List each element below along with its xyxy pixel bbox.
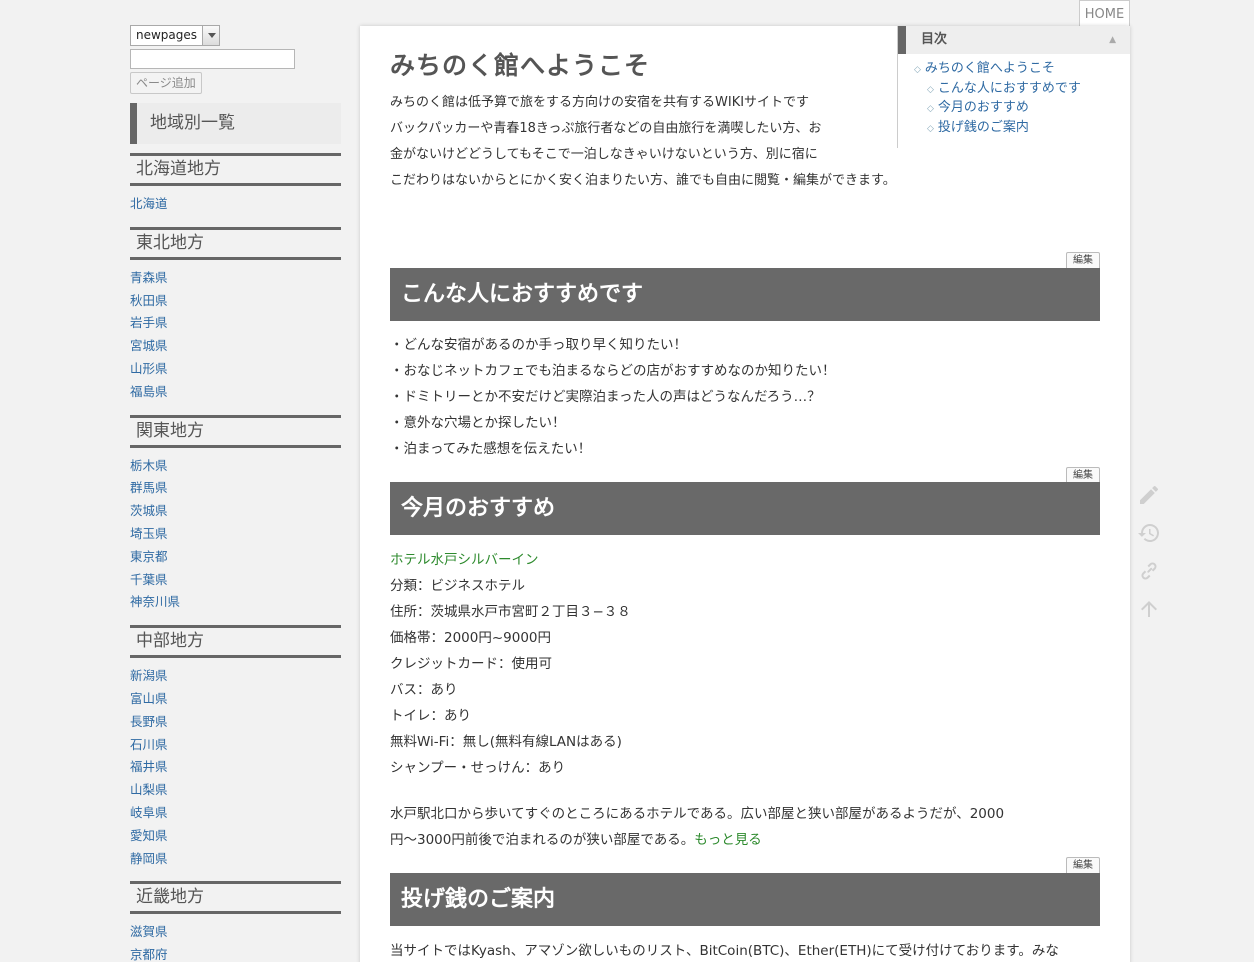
diamond-bullet-icon: ◇ [914, 65, 921, 75]
page-title: みちのく館へようこそ [390, 51, 651, 80]
region-link[interactable]: 山梨県 [130, 779, 341, 802]
region-heading-chubu: 中部地方 [130, 625, 341, 659]
section-heading-tipping: 投げ銭のご案内 [390, 873, 1100, 926]
region-link[interactable]: 神奈川県 [130, 591, 341, 614]
region-heading-kinki: 近畿地方 [130, 881, 341, 915]
region-link[interactable]: 秋田県 [130, 290, 341, 313]
region-heading-hokkaido: 北海道地方 [130, 153, 341, 186]
intro-line: こだわりはないからとにかく安く泊まりたい方、誰でも自由に閲覧・編集ができます。 [390, 173, 896, 188]
hotel-description: 水戸駅北口から歩いてすぐのところにあるホテルである。広い部屋と狭い部屋があるよう… [390, 801, 1100, 853]
description-line: 円～3000円前後で泊まれるのが狭い部屋である。もっと見る [390, 827, 1100, 853]
intro-line: バックパッカーや青春18きっぷ旅行者などの自由旅行を満喫したい方、お [390, 121, 822, 136]
region-link[interactable]: 栃木県 [130, 455, 341, 478]
history-icon[interactable] [1137, 521, 1163, 559]
tipping-text: 当サイトではKyash、アマゾン欲しいものリスト、BitCoin(BTC)、Et… [390, 938, 1100, 962]
toc-item: ◇ 投げ銭のご案内 [898, 118, 1130, 138]
region-link[interactable]: 埼玉県 [130, 523, 341, 546]
hotel-link[interactable]: ホテル水戸シルバーイン [390, 552, 539, 568]
region-link[interactable]: 静岡県 [130, 848, 341, 871]
more-link[interactable]: もっと見る [694, 832, 762, 848]
description-text: 円～3000円前後で泊まれるのが狭い部屋である。 [390, 832, 695, 848]
page-select[interactable]: newpages [130, 24, 341, 46]
region-link[interactable]: 岐阜県 [130, 802, 341, 825]
list-item: ・泊まってみた感想を伝えたい！ [390, 441, 592, 457]
toc-header[interactable]: 目次 ▲ [898, 26, 1130, 54]
region-link[interactable]: 滋賀県 [130, 921, 341, 944]
list-item: ・おなじネットカフェでも泊まるならどの店がおすすめなのか知りたい！ [390, 363, 836, 379]
list-item: ・どんな安宿があるのか手っ取り早く知りたい！ [390, 337, 687, 353]
toc-link[interactable]: こんな人におすすめです [938, 81, 1081, 96]
intro-line: 金がないけどどうしてもそこで一泊しなきゃいけないという方、別に宿に [390, 147, 818, 162]
hotel-detail-row: クレジットカード：使用可 [390, 656, 552, 672]
region-list-kinki: 滋賀県 京都府 [130, 914, 341, 962]
region-link[interactable]: 岩手県 [130, 312, 341, 335]
sidebar: newpages ページ追加 地域別一覧 北海道地方 北海道 東北地方 青森県 … [130, 24, 341, 962]
region-link[interactable]: 千葉県 [130, 569, 341, 592]
region-link[interactable]: 東京都 [130, 546, 341, 569]
region-link[interactable]: 新潟県 [130, 665, 341, 688]
list-item: ・意外な穴場とか探したい！ [390, 415, 566, 431]
page-select-value[interactable]: newpages [130, 24, 204, 46]
toc-title: 目次 [921, 32, 948, 47]
hotel-detail-row: シャンプー・せっけん：あり [390, 760, 566, 776]
page-name-input[interactable] [130, 49, 295, 69]
hotel-detail-row: 住所：茨城県水戸市宮町２丁目３−３８ [390, 604, 631, 620]
region-heading-kanto: 関東地方 [130, 414, 341, 448]
region-link[interactable]: 富山県 [130, 688, 341, 711]
region-heading-tohoku: 東北地方 [130, 226, 341, 260]
region-link[interactable]: 長野県 [130, 711, 341, 734]
toc-list: ◇ みちのく館へようこそ ◇ こんな人におすすめです ◇ 今月のおすすめ ◇ 投げ銭のご… [898, 54, 1130, 137]
region-list-hokkaido: 北海道 [130, 186, 341, 218]
hotel-detail-row: 分類：ビジネスホテル [390, 578, 525, 594]
hotel-detail-row: トイレ：あり [390, 708, 471, 724]
toc-link[interactable]: 今月のおすすめ [938, 100, 1029, 115]
intro-line: みちのく館は低予算で旅をする方向けの安宿を共有するWIKIサイトです [390, 95, 810, 110]
section-heading-recommended-for: こんな人におすすめです [390, 268, 1100, 321]
hotel-details: ホテル水戸シルバーイン 分類：ビジネスホテル 住所：茨城県水戸市宮町２丁目３−３… [390, 547, 1100, 781]
region-link[interactable]: 山形県 [130, 358, 341, 381]
edit-pencil-icon[interactable] [1137, 483, 1163, 521]
toc-link[interactable]: 投げ銭のご案内 [938, 120, 1029, 135]
toc-item: ◇ みちのく館へようこそ [898, 59, 1130, 79]
section-heading-monthly-pick: 今月のおすすめ [390, 482, 1100, 535]
region-list-chubu: 新潟県 富山県 長野県 石川県 福井県 山梨県 岐阜県 愛知県 静岡県 [130, 658, 341, 872]
home-tab[interactable]: HOME [1079, 0, 1130, 27]
region-list-kanto: 栃木県 群馬県 茨城県 埼玉県 東京都 千葉県 神奈川県 [130, 448, 341, 617]
toc-link[interactable]: みちのく館へようこそ [925, 61, 1055, 76]
region-link[interactable]: 石川県 [130, 734, 341, 757]
diamond-bullet-icon: ◇ [927, 123, 934, 134]
hotel-detail-row: 無料Wi-Fi：無し(無料有線LANはある) [390, 734, 622, 750]
diamond-bullet-icon: ◇ [927, 104, 934, 114]
chevron-down-icon[interactable] [202, 24, 221, 46]
diamond-bullet-icon: ◇ [927, 84, 934, 95]
list-item: ・ドミトリーとか不安だけど実際泊まった人の声はどうなんだろう…？ [390, 389, 821, 405]
side-tools [1137, 483, 1163, 635]
region-link[interactable]: 福井県 [130, 756, 341, 779]
toc-item: ◇ こんな人におすすめです [898, 79, 1130, 99]
link-icon[interactable] [1137, 559, 1163, 597]
region-link[interactable]: 茨城県 [130, 500, 341, 523]
description-line: 水戸駅北口から歩いてすぐのところにあるホテルである。広い部屋と狭い部屋があるよう… [390, 806, 1005, 822]
section1-bullets: ・どんな安宿があるのか手っ取り早く知りたい！ ・おなじネットカフェでも泊まるなら… [390, 332, 1100, 462]
region-link[interactable]: 愛知県 [130, 825, 341, 848]
region-link[interactable]: 青森県 [130, 267, 341, 290]
hotel-detail-row: 価格帯：2000円~9000円 [390, 630, 552, 646]
region-link[interactable]: 北海道 [130, 193, 341, 216]
collapse-icon[interactable]: ▲ [1109, 26, 1116, 54]
tipping-line: 当サイトではKyash、アマゾン欲しいものリスト、BitCoin(BTC)、Et… [390, 943, 1059, 959]
regions-all-heading: 地域別一覧 [130, 103, 341, 144]
scroll-top-arrow-icon[interactable] [1137, 597, 1163, 635]
region-link[interactable]: 福島県 [130, 381, 341, 404]
region-list-tohoku: 青森県 秋田県 岩手県 宮城県 山形県 福島県 [130, 260, 341, 406]
hotel-detail-row: バス：あり [390, 682, 458, 698]
main-content: みちのく館へようこそ みちのく館は低予算で旅をする方向けの安宿を共有するWIKI… [360, 26, 1130, 962]
region-link[interactable]: 京都府 [130, 944, 341, 962]
region-link[interactable]: 宮城県 [130, 335, 341, 358]
toc-item: ◇ 今月のおすすめ [898, 98, 1130, 118]
add-page-button[interactable]: ページ追加 [130, 72, 202, 94]
table-of-contents: 目次 ▲ ◇ みちのく館へようこそ ◇ こんな人におすすめです ◇ 今月のおすすめ ◇… [897, 26, 1130, 148]
intro-text: みちのく館は低予算で旅をする方向けの安宿を共有するWIKIサイトです バックパッ… [390, 90, 950, 194]
region-link[interactable]: 群馬県 [130, 477, 341, 500]
